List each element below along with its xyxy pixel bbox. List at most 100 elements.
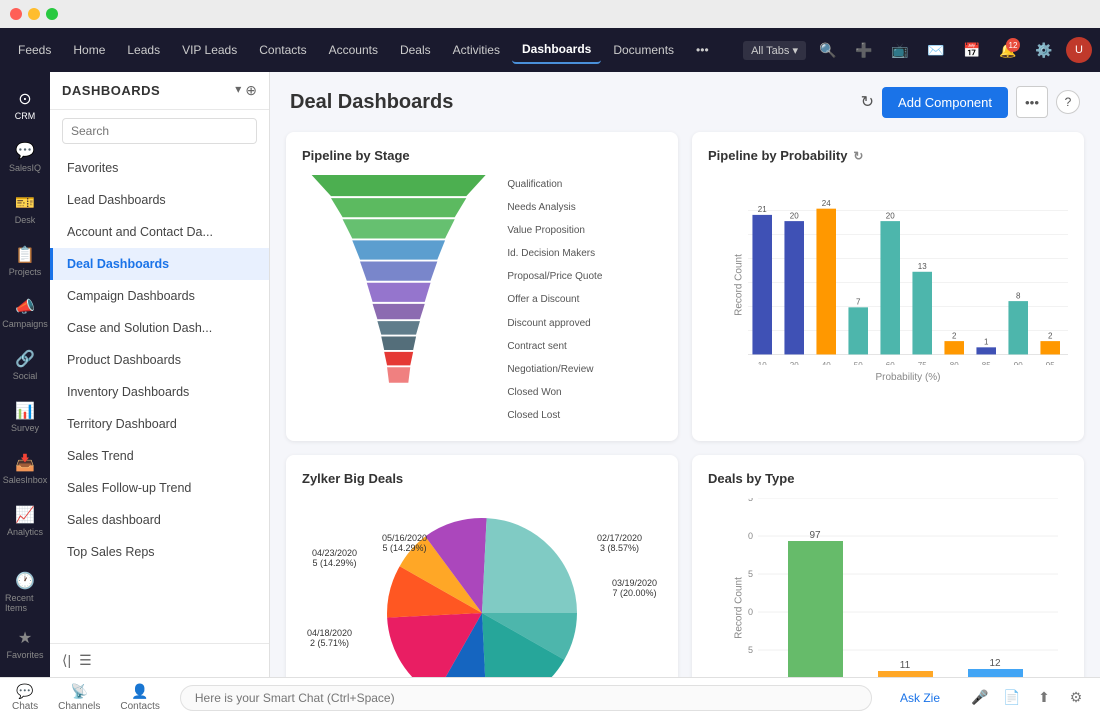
svg-text:20: 20 xyxy=(790,361,799,365)
sidebar-icon-social[interactable]: 🔗 Social xyxy=(5,340,45,390)
funnel-label-closed-lost: Closed Lost xyxy=(507,410,662,421)
add-icon-button[interactable]: ➕ xyxy=(850,36,878,64)
svg-text:10: 10 xyxy=(758,361,767,365)
sidebar-icon-salesinbox[interactable]: 📥 SalesInbox xyxy=(5,444,45,494)
nav-home[interactable]: Home xyxy=(63,37,115,63)
nav-deals[interactable]: Deals xyxy=(390,37,441,63)
mail-icon-button[interactable]: ✉️ xyxy=(922,36,950,64)
contacts-label: Contacts xyxy=(120,701,159,712)
nav-documents[interactable]: Documents xyxy=(603,37,684,63)
content-area: Deal Dashboards ↻ Add Component ••• ? Pi… xyxy=(270,72,1100,677)
nav-dashboards[interactable]: Dashboards xyxy=(512,36,601,64)
close-button[interactable] xyxy=(10,8,22,20)
sidebar-item-product[interactable]: Product Dashboards xyxy=(50,344,269,376)
all-tabs-button[interactable]: All Tabs ▾ xyxy=(743,41,806,60)
nav-activities[interactable]: Activities xyxy=(443,37,510,63)
screen-share-icon-button[interactable]: 📺 xyxy=(886,36,914,64)
probability-x-axis-label: Probability (%) xyxy=(748,372,1068,383)
pipeline-by-probability-title: Pipeline by Probability ↻ xyxy=(708,148,1068,163)
minimize-button[interactable] xyxy=(28,8,40,20)
nav-leads[interactable]: Leads xyxy=(117,37,170,63)
sidebar-search-container xyxy=(50,110,269,152)
channels-icon: 📡 xyxy=(71,683,88,700)
sidebar-item-sales-trend[interactable]: Sales Trend xyxy=(50,440,269,472)
add-component-button[interactable]: Add Component xyxy=(882,87,1008,118)
sidebar-item-lead-dashboards[interactable]: Lead Dashboards xyxy=(50,184,269,216)
icon-sidebar: ⊙ CRM 💬 SalesIQ 🎫 Desk 📋 Projects 📣 Camp… xyxy=(0,72,50,677)
settings-icon-button[interactable]: ⚙️ xyxy=(1030,36,1058,64)
nav-accounts[interactable]: Accounts xyxy=(319,37,388,63)
sidebar-item-sales-followup[interactable]: Sales Follow-up Trend xyxy=(50,472,269,504)
mic-icon[interactable]: 🎤 xyxy=(968,686,992,710)
sidebar-collapse-icon[interactable]: ⟨| xyxy=(62,652,71,669)
sidebar-item-sales-dashboard[interactable]: Sales dashboard xyxy=(50,504,269,536)
titlebar xyxy=(0,0,1100,28)
sidebar-item-deal-dashboards[interactable]: Deal Dashboards xyxy=(50,248,269,280)
help-button[interactable]: ? xyxy=(1056,90,1080,114)
settings-bottom-icon[interactable]: ⚙ xyxy=(1064,686,1088,710)
sidebar-icon-campaigns[interactable]: 📣 Campaigns xyxy=(5,288,45,338)
sidebar-icon-crm[interactable]: ⊙ CRM xyxy=(5,80,45,130)
refresh-button[interactable]: ↻ xyxy=(861,92,874,112)
desk-label: Desk xyxy=(15,215,36,225)
search-icon-button[interactable]: 🔍 xyxy=(814,36,842,64)
notifications-icon-button[interactable]: 🔔 12 xyxy=(994,36,1022,64)
sidebar-icon-favorites[interactable]: ★ Favorites xyxy=(5,619,45,669)
upload-icon[interactable]: ⬆ xyxy=(1032,686,1056,710)
funnel-label-contract: Contract sent xyxy=(507,341,662,352)
sidebar-search-input[interactable] xyxy=(62,118,257,144)
bottom-tab-chats[interactable]: 💬 Chats xyxy=(12,683,38,712)
chats-label: Chats xyxy=(12,701,38,712)
sidebar-item-favorites[interactable]: Favorites xyxy=(50,152,269,184)
sidebar-item-case-solution[interactable]: Case and Solution Dash... xyxy=(50,312,269,344)
sidebar-icon-salesiq[interactable]: 💬 SalesIQ xyxy=(5,132,45,182)
nav-vip-leads[interactable]: VIP Leads xyxy=(172,37,247,63)
sidebar-item-inventory[interactable]: Inventory Dashboards xyxy=(50,376,269,408)
main-container: ⊙ CRM 💬 SalesIQ 🎫 Desk 📋 Projects 📣 Camp… xyxy=(0,72,1100,677)
sidebar-chevron-icon[interactable]: ▾ xyxy=(235,82,241,99)
zylker-big-deals-card: Zylker Big Deals xyxy=(286,455,678,677)
channels-label: Channels xyxy=(58,701,100,712)
sidebar-icon-desk[interactable]: 🎫 Desk xyxy=(5,184,45,234)
sidebar-add-icon[interactable]: ⊕ xyxy=(245,82,257,99)
sidebar-icon-projects[interactable]: 📋 Projects xyxy=(5,236,45,286)
crm-icon: ⊙ xyxy=(18,89,31,109)
smart-chat-input[interactable] xyxy=(180,685,872,711)
bottom-tab-contacts[interactable]: 👤 Contacts xyxy=(120,683,159,712)
user-avatar[interactable]: U xyxy=(1066,37,1092,63)
svg-text:2: 2 xyxy=(1048,331,1053,340)
probability-y-axis-label: Record Count xyxy=(733,254,744,316)
maximize-button[interactable] xyxy=(46,8,58,20)
sidebar-icon-recent[interactable]: 🕐 Recent Items xyxy=(5,567,45,617)
sidebar-item-top-sales-reps[interactable]: Top Sales Reps xyxy=(50,536,269,568)
nav-contacts[interactable]: Contacts xyxy=(249,37,316,63)
crm-label: CRM xyxy=(15,111,36,121)
more-options-button[interactable]: ••• xyxy=(1016,86,1048,118)
sidebar-item-account-contact[interactable]: Account and Contact Da... xyxy=(50,216,269,248)
funnel-label-discount-approved: Discount approved xyxy=(507,318,662,329)
svg-text:40: 40 xyxy=(822,361,831,365)
ask-zie-button[interactable]: Ask Zie xyxy=(892,691,948,705)
sidebar-list-icon[interactable]: ☰ xyxy=(79,652,92,669)
nav-feeds[interactable]: Feeds xyxy=(8,37,61,63)
recent-icon: 🕐 xyxy=(15,571,35,591)
calendar-icon-button[interactable]: 📅 xyxy=(958,36,986,64)
navbar: Feeds Home Leads VIP Leads Contacts Acco… xyxy=(0,28,1100,72)
document-icon[interactable]: 📄 xyxy=(1000,686,1024,710)
svg-text:50: 50 xyxy=(748,607,753,617)
svg-text:85: 85 xyxy=(982,361,991,365)
sidebar-icon-analytics[interactable]: 📈 Analytics xyxy=(5,496,45,546)
header-actions: ↻ Add Component ••• ? xyxy=(861,86,1080,118)
deals-y-axis-label: Record Count xyxy=(733,577,744,639)
sidebar-item-territory[interactable]: Territory Dashboard xyxy=(50,408,269,440)
analytics-label: Analytics xyxy=(7,527,43,537)
svg-text:24: 24 xyxy=(822,199,831,208)
sidebar-item-campaign[interactable]: Campaign Dashboards xyxy=(50,280,269,312)
sidebar-icon-survey[interactable]: 📊 Survey xyxy=(5,392,45,442)
probability-refresh-icon[interactable]: ↻ xyxy=(853,149,863,163)
nav-more[interactable]: ••• xyxy=(686,37,719,63)
survey-label: Survey xyxy=(11,423,39,433)
bottom-tab-channels[interactable]: 📡 Channels xyxy=(58,683,100,712)
svg-text:12: 12 xyxy=(989,658,1001,669)
svg-text:21: 21 xyxy=(758,205,767,214)
